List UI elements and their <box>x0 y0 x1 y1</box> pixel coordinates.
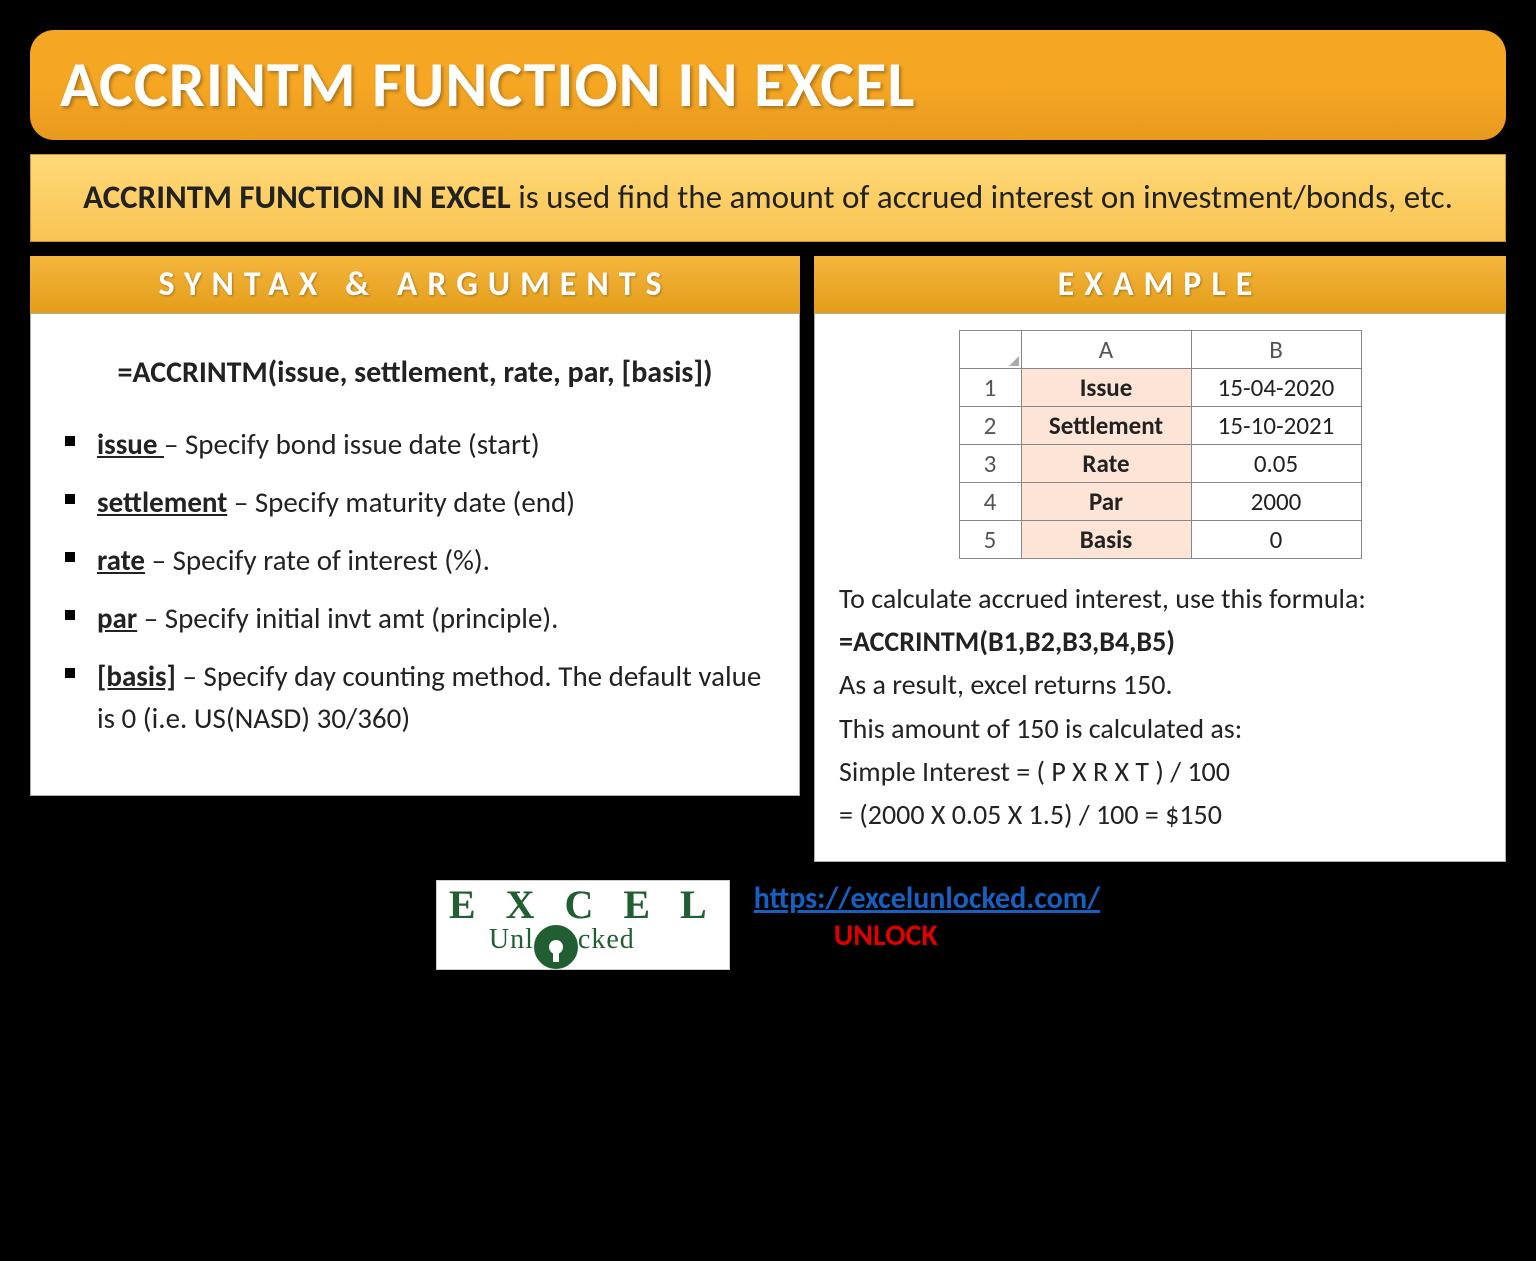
example-header: EXAMPLE <box>814 256 1506 313</box>
list-item: rate – Specify rate of interest (%). <box>65 539 775 581</box>
bullet-icon <box>65 610 75 620</box>
table-row: 1 Issue 15-04-2020 <box>959 368 1361 406</box>
table-row: 3 Rate 0.05 <box>959 444 1361 482</box>
row-header: 3 <box>959 444 1021 482</box>
cell-label: Issue <box>1021 368 1191 406</box>
description-rest: is used find the amount of accrued inter… <box>511 177 1453 217</box>
table-row: 5 Basis 0 <box>959 520 1361 558</box>
row-header: 5 <box>959 520 1021 558</box>
columns: SYNTAX & ARGUMENTS =ACCRINTM(issue, sett… <box>30 256 1506 862</box>
bullet-icon <box>65 494 75 504</box>
footer-right: https://excelunlocked.com/ UNLOCK <box>754 880 1100 954</box>
cell-value: 15-10-2021 <box>1191 406 1361 444</box>
page-title: ACCRINTM FUNCTION IN EXCEL <box>60 46 1476 124</box>
cell-label: Basis <box>1021 520 1191 558</box>
row-header: 4 <box>959 482 1021 520</box>
cell-value: 0 <box>1191 520 1361 558</box>
logo-text-top: E X C E L <box>449 887 717 923</box>
syntax-formula: =ACCRINTM(issue, settlement, rate, par, … <box>55 350 775 395</box>
bullet-icon <box>65 436 75 446</box>
cell-label: Rate <box>1021 444 1191 482</box>
cell-value: 0.05 <box>1191 444 1361 482</box>
bullet-icon <box>65 668 75 678</box>
description-bold: ACCRINTM FUNCTION IN EXCEL <box>83 177 511 217</box>
example-line: = (2000 X 0.05 X 1.5) / 100 = $150 <box>839 793 1481 836</box>
example-body: A B 1 Issue 15-04-2020 2 Settlement 15-1… <box>814 313 1506 862</box>
list-item: [basis] – Specify day counting method. T… <box>65 655 775 739</box>
page-title-bar: ACCRINTM FUNCTION IN EXCEL <box>30 30 1506 140</box>
description-bar: ACCRINTM FUNCTION IN EXCEL is used find … <box>30 154 1506 242</box>
excel-sample-table: A B 1 Issue 15-04-2020 2 Settlement 15-1… <box>959 330 1362 559</box>
table-row: 4 Par 2000 <box>959 482 1361 520</box>
row-header: 2 <box>959 406 1021 444</box>
table-row: A B <box>959 330 1361 368</box>
logo: E X C E L Unlcked <box>436 880 730 970</box>
cell-label: Par <box>1021 482 1191 520</box>
example-column: EXAMPLE A B 1 Issue 15-04-2020 2 Settlem… <box>814 256 1506 862</box>
table-row: 2 Settlement 15-10-2021 <box>959 406 1361 444</box>
syntax-header: SYNTAX & ARGUMENTS <box>30 256 800 313</box>
bullet-icon <box>65 552 75 562</box>
footer-link[interactable]: https://excelunlocked.com/ <box>754 880 1100 917</box>
cell-label: Settlement <box>1021 406 1191 444</box>
example-text: To calculate accrued interest, use this … <box>839 577 1481 837</box>
example-line: To calculate accrued interest, use this … <box>839 577 1481 620</box>
example-line: This amount of 150 is calculated as: <box>839 707 1481 750</box>
col-header: B <box>1191 330 1361 368</box>
example-formula: =ACCRINTM(B1,B2,B3,B4,B5) <box>839 620 1481 663</box>
list-item: par – Specify initial invt amt (principl… <box>65 597 775 639</box>
cell-value: 2000 <box>1191 482 1361 520</box>
table-corner <box>959 330 1021 368</box>
list-item: settlement – Specify maturity date (end) <box>65 481 775 523</box>
example-line: Simple Interest = ( P X R X T ) / 100 <box>839 750 1481 793</box>
row-header: 1 <box>959 368 1021 406</box>
syntax-column: SYNTAX & ARGUMENTS =ACCRINTM(issue, sett… <box>30 256 800 862</box>
list-item: issue – Specify bond issue date (start) <box>65 423 775 465</box>
col-header: A <box>1021 330 1191 368</box>
cell-value: 15-04-2020 <box>1191 368 1361 406</box>
example-line: As a result, excel returns 150. <box>839 663 1481 706</box>
argument-list: issue – Specify bond issue date (start) … <box>55 423 775 739</box>
keyhole-icon <box>534 925 578 969</box>
footer-unlock: UNLOCK <box>834 917 938 954</box>
syntax-body: =ACCRINTM(issue, settlement, rate, par, … <box>30 313 800 796</box>
footer: E X C E L Unlcked https://excelunlocked.… <box>30 880 1506 970</box>
